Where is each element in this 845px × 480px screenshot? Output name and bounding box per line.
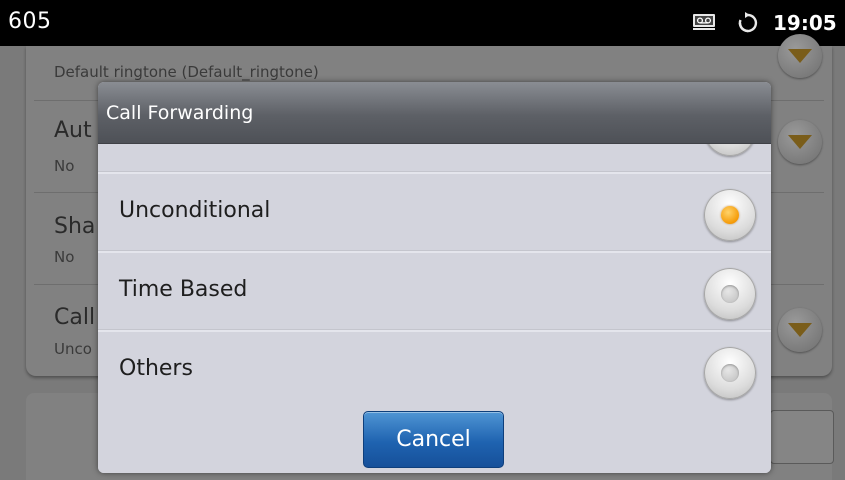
- settings-bottom-field[interactable]: [770, 410, 834, 464]
- settings-row-title[interactable]: Aut: [54, 118, 92, 143]
- dialog-title: Call Forwarding: [106, 102, 254, 124]
- option-divider: [98, 329, 771, 332]
- screen: 605 19:05 Default ringtone (Default_ring…: [0, 0, 845, 480]
- auto-answer-dropdown[interactable]: [778, 120, 822, 164]
- option-label: Others: [119, 356, 193, 381]
- call-forwarding-dropdown[interactable]: [778, 308, 822, 352]
- status-bar-clock: 19:05: [773, 11, 837, 35]
- radio-dot-icon: [721, 206, 739, 224]
- radio-button-selected[interactable]: [704, 189, 756, 241]
- option-divider: [98, 171, 771, 174]
- option-time-based[interactable]: Time Based: [98, 250, 771, 329]
- ringtone-dropdown[interactable]: [778, 34, 822, 78]
- status-bar: 605 19:05: [0, 0, 845, 46]
- option-others[interactable]: Others: [98, 329, 771, 406]
- ringtone-summary: Default ringtone (Default_ringtone): [54, 63, 319, 81]
- status-bar-title: 605: [8, 9, 52, 34]
- settings-row-value: No: [54, 248, 75, 266]
- radio-dot-icon: [721, 285, 739, 303]
- radio-dot-icon: [721, 364, 739, 382]
- radio-button[interactable]: [704, 347, 756, 399]
- option-unconditional[interactable]: Unconditional: [98, 171, 771, 250]
- cancel-button[interactable]: Cancel: [363, 411, 504, 468]
- sync-icon: [737, 12, 759, 34]
- dialog-footer: Cancel: [98, 406, 771, 473]
- option-label: Time Based: [119, 277, 248, 302]
- dialog-header: Call Forwarding: [98, 82, 771, 144]
- settings-row-title[interactable]: Sha: [54, 214, 95, 239]
- voicemail-icon: [692, 13, 716, 31]
- option-label: Unconditional: [119, 198, 271, 223]
- settings-row-value: Unco: [54, 340, 92, 358]
- radio-button[interactable]: [704, 144, 756, 156]
- call-forwarding-dialog: Call Forwarding Unconditional Time Based…: [98, 82, 771, 473]
- radio-button[interactable]: [704, 268, 756, 320]
- option-divider: [98, 250, 771, 253]
- settings-row-value: No: [54, 157, 75, 175]
- settings-row-title[interactable]: Call: [54, 305, 95, 330]
- option-list[interactable]: Unconditional Time Based Others: [98, 144, 771, 406]
